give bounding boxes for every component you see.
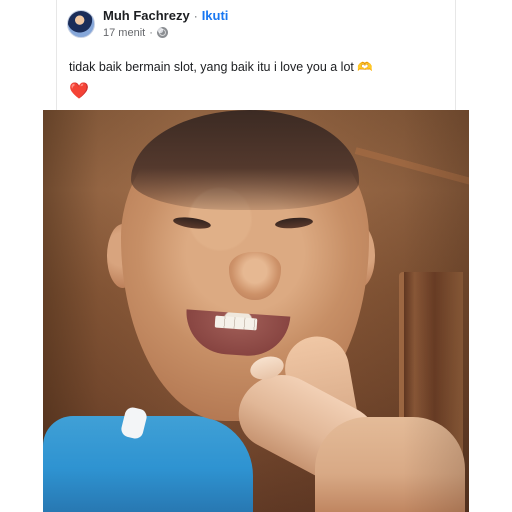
meta-separator: ·	[149, 26, 153, 39]
author-separator: ·	[193, 9, 198, 24]
page: Muh Fachrezy · Ikuti 17 menit · tidak ba…	[0, 0, 512, 512]
follow-button[interactable]: Ikuti	[202, 8, 229, 23]
avatar[interactable]	[67, 10, 95, 38]
author-name[interactable]: Muh Fachrezy	[103, 8, 190, 23]
post-message-line: tidak baik bermain slot, yang baik itu i…	[69, 60, 449, 75]
photo-shadow	[403, 110, 469, 512]
post-message: tidak baik bermain slot, yang baik itu i…	[69, 60, 354, 74]
post-card: Muh Fachrezy · Ikuti 17 menit · tidak ba…	[56, 0, 456, 110]
author-row: Muh Fachrezy · Ikuti	[103, 8, 229, 24]
post-photo[interactable]	[43, 110, 469, 512]
post-meta: 17 menit ·	[103, 27, 228, 39]
heart-icon: ❤️	[69, 83, 89, 100]
heart-line: ❤️	[69, 81, 89, 100]
post-header: Muh Fachrezy · Ikuti 17 menit ·	[67, 6, 437, 42]
heart-hands-icon: 🫶	[357, 60, 373, 74]
author-block: Muh Fachrezy · Ikuti 17 menit ·	[103, 8, 229, 39]
globe-icon	[156, 27, 168, 39]
post-time[interactable]: 17 menit	[103, 27, 145, 39]
child-shirt	[43, 416, 253, 512]
